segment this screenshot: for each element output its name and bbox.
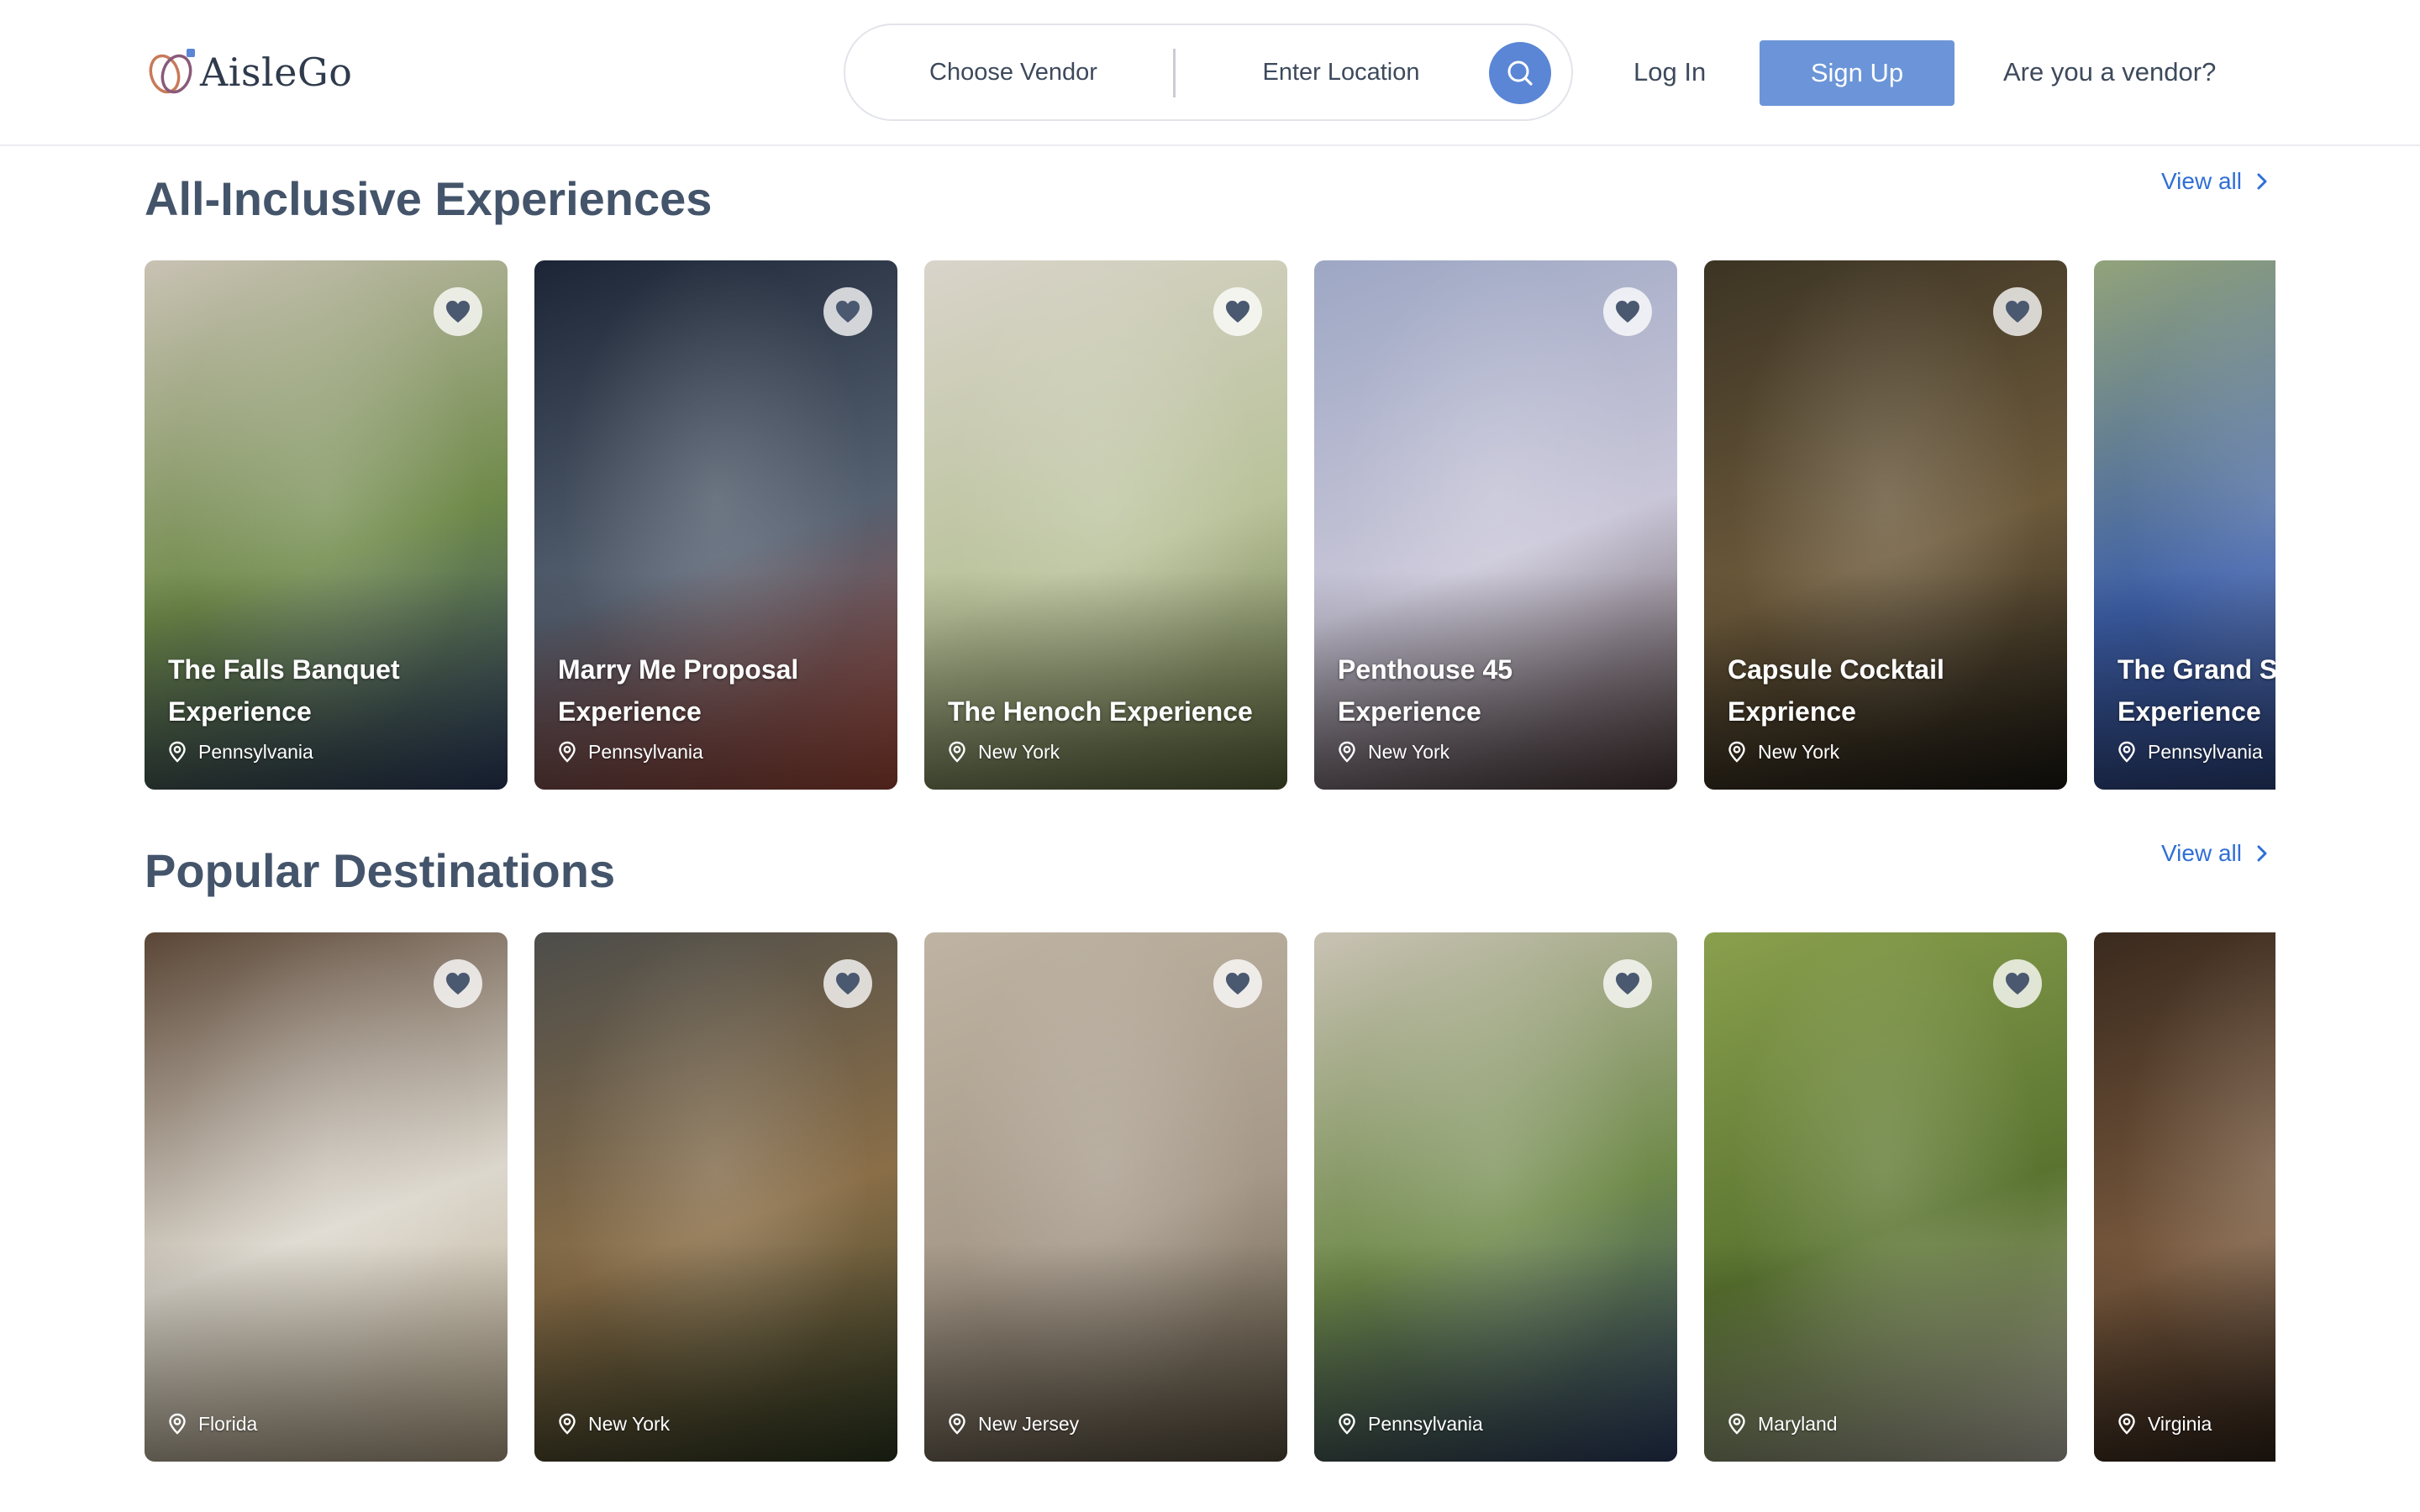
experience-card[interactable]: The Grand Sheraton Experience Pennsylvani… — [2094, 260, 2275, 790]
location-pin-icon — [559, 741, 576, 763]
card-title: The Grand Sheraton Experience — [2118, 654, 2275, 727]
experience-card[interactable]: Capsule Cocktail Exprience New York — [1704, 260, 2067, 790]
search-icon — [1507, 60, 1533, 86]
destination-card[interactable]: Florida — [145, 932, 508, 1462]
search-button[interactable] — [1489, 42, 1551, 104]
destination-card[interactable]: Virginia — [2094, 932, 2275, 1462]
favorite-button[interactable] — [823, 959, 872, 1008]
experience-card[interactable]: Penthouse 45 Experience New York — [1314, 260, 1677, 790]
card-location: New York — [948, 739, 1060, 764]
experience-card[interactable]: The Henoch Experience New York — [924, 260, 1287, 790]
card-location-label: New Jersey — [978, 1412, 1080, 1435]
favorite-button[interactable] — [434, 959, 482, 1008]
signup-button[interactable]: Sign Up — [1760, 40, 1954, 106]
location-pin-icon — [1339, 741, 1355, 763]
card-location-label: New York — [1368, 740, 1450, 763]
card-title: The Falls Banquet Experience — [168, 654, 400, 727]
view-all-label: View all — [2161, 840, 2242, 866]
heart-icon — [1616, 301, 1639, 323]
card-location: Pennsylvania — [168, 739, 313, 764]
destination-card[interactable]: Pennsylvania — [1314, 932, 1677, 1462]
card-title: Marry Me Proposal Experience — [558, 654, 799, 727]
card-location: New York — [1728, 739, 1839, 764]
location-pin-icon — [949, 741, 965, 763]
card-location: Virginia — [2118, 1411, 2212, 1436]
card-location-label: Virginia — [2148, 1412, 2212, 1435]
heart-icon — [1226, 301, 1249, 323]
location-pin-icon — [1339, 1413, 1355, 1435]
card-location-label: Pennsylvania — [2148, 740, 2263, 763]
login-link[interactable]: Log In — [1634, 47, 1706, 97]
card-location-label: Pennsylvania — [1368, 1412, 1483, 1435]
heart-icon — [446, 973, 470, 995]
location-pin-icon — [2118, 1413, 2135, 1435]
card-location: Maryland — [1728, 1411, 1838, 1436]
chevron-right-icon — [2257, 845, 2267, 862]
location-pin-icon — [169, 741, 186, 763]
site-header: AisleGo Choose Vendor Enter Location Log… — [0, 0, 2420, 146]
card-location-label: New York — [588, 1412, 671, 1435]
experience-card[interactable]: Marry Me Proposal Experience Pennsylvania — [534, 260, 897, 790]
card-location: Pennsylvania — [2118, 739, 2263, 764]
destination-card[interactable]: Maryland — [1704, 932, 2067, 1462]
logo-text: AisleGo — [200, 50, 353, 95]
destinations-carousel[interactable]: Florida New York New Jersey Pennsylvania Mar… — [145, 932, 2275, 1463]
heart-icon — [446, 301, 470, 323]
location-pin-icon — [559, 1413, 576, 1435]
destination-card[interactable]: New York — [534, 932, 897, 1462]
search-bar: Choose Vendor Enter Location — [844, 24, 1573, 121]
favorite-button[interactable] — [1603, 959, 1652, 1008]
location-pin-icon — [1728, 1413, 1745, 1435]
card-title: The Henoch Experience — [948, 696, 1253, 727]
vendor-link[interactable]: Are you a vendor? — [2003, 47, 2216, 97]
card-location-label: Pennsylvania — [588, 740, 703, 763]
card-location: Pennsylvania — [558, 739, 703, 764]
card-location: New York — [558, 1411, 670, 1436]
card-title: Penthouse 45 Experience — [1338, 654, 1513, 727]
location-pin-icon — [169, 1413, 186, 1435]
heart-icon — [1226, 973, 1249, 995]
logo[interactable]: AisleGo — [145, 47, 352, 97]
favorite-button[interactable] — [1213, 959, 1262, 1008]
enter-location-input[interactable]: Enter Location — [1207, 25, 1476, 119]
card-location-label: Pennsylvania — [198, 740, 313, 763]
location-pin-icon — [1728, 741, 1745, 763]
favorite-button[interactable] — [1213, 287, 1262, 336]
card-location-label: New York — [1758, 740, 1840, 763]
heart-icon — [1616, 973, 1639, 995]
location-pin-icon — [949, 1413, 965, 1435]
card-location-label: Maryland — [1758, 1412, 1838, 1435]
destinations-title: Popular Destinations — [145, 844, 616, 897]
heart-icon — [2006, 301, 2029, 323]
search-divider — [1173, 49, 1176, 97]
destinations-view-all-link[interactable]: View all — [2161, 840, 2270, 867]
destination-card[interactable]: New Jersey — [924, 932, 1287, 1462]
card-location: Pennsylvania — [1338, 1411, 1483, 1436]
heart-icon — [2006, 973, 2029, 995]
experience-card[interactable]: The Falls Banquet Experience Pennsylvania — [145, 260, 508, 790]
heart-icon — [836, 301, 860, 323]
rings-logo-icon — [149, 49, 195, 94]
location-pin-icon — [2118, 741, 2135, 763]
experiences-carousel[interactable]: The Falls Banquet Experience Pennsylvania… — [145, 260, 2275, 791]
view-all-label: View all — [2161, 168, 2242, 194]
favorite-button[interactable] — [1993, 959, 2042, 1008]
favorite-button[interactable] — [1603, 287, 1652, 336]
choose-vendor-dropdown[interactable]: Choose Vendor — [879, 25, 1148, 119]
card-location: New York — [1338, 739, 1449, 764]
heart-icon — [836, 973, 860, 995]
favorite-button[interactable] — [823, 287, 872, 336]
favorite-button[interactable] — [1993, 287, 2042, 336]
card-location: Florida — [168, 1411, 257, 1436]
card-location-label: New York — [978, 740, 1060, 763]
favorite-button[interactable] — [434, 287, 482, 336]
experiences-title: All-Inclusive Experiences — [145, 172, 713, 225]
chevron-right-icon — [2257, 173, 2267, 190]
card-location-label: Florida — [198, 1412, 258, 1435]
card-title: Capsule Cocktail Exprience — [1728, 654, 1944, 727]
card-location: New Jersey — [948, 1411, 1079, 1436]
experiences-view-all-link[interactable]: View all — [2161, 168, 2270, 195]
